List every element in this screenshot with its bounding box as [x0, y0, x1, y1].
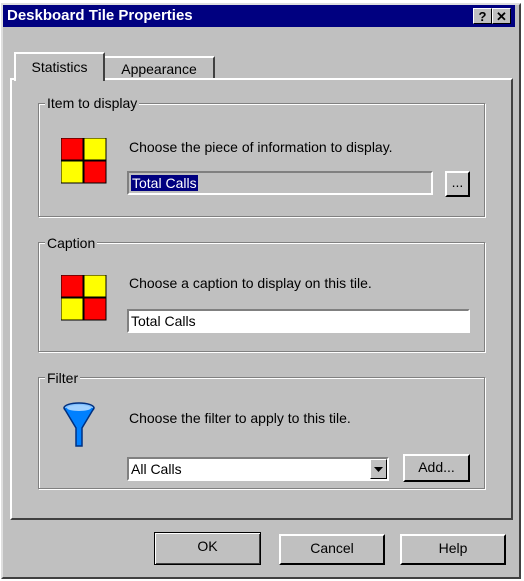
filter-selected-value: All Calls [131, 461, 182, 477]
cancel-button[interactable]: Cancel [279, 534, 385, 565]
dropdown-arrow-button[interactable] [370, 459, 387, 479]
chevron-down-icon [374, 466, 383, 472]
filter-label: Filter [45, 370, 81, 386]
funnel-icon [63, 402, 95, 447]
title-bar[interactable]: Deskboard Tile Properties ? ✕ [3, 5, 515, 27]
tab-appearance[interactable]: Appearance [103, 56, 215, 80]
help-button[interactable]: Help [400, 534, 506, 565]
close-button[interactable]: ✕ [492, 8, 511, 24]
caption-input[interactable]: Total Calls [127, 309, 470, 333]
tile-grid-icon [61, 138, 107, 184]
filter-description: Choose the filter to apply to this tile. [129, 410, 351, 426]
caption-label: Caption [45, 235, 98, 251]
item-to-display-description: Choose the piece of information to displ… [129, 139, 393, 155]
tile-grid-icon [61, 275, 107, 321]
item-to-display-label: Item to display [45, 95, 140, 111]
ok-button[interactable]: OK [154, 532, 261, 565]
window-title: Deskboard Tile Properties [7, 7, 193, 24]
item-to-display-value: Total Calls [131, 175, 198, 191]
item-to-display-field[interactable]: Total Calls [127, 171, 433, 195]
caption-description: Choose a caption to display on this tile… [129, 275, 372, 291]
help-title-button[interactable]: ? [473, 8, 492, 24]
add-filter-button[interactable]: Add... [403, 454, 470, 482]
filter-dropdown[interactable]: All Calls [127, 457, 389, 481]
browse-item-button[interactable]: ... [445, 171, 470, 197]
tab-statistics[interactable]: Statistics [14, 52, 105, 81]
